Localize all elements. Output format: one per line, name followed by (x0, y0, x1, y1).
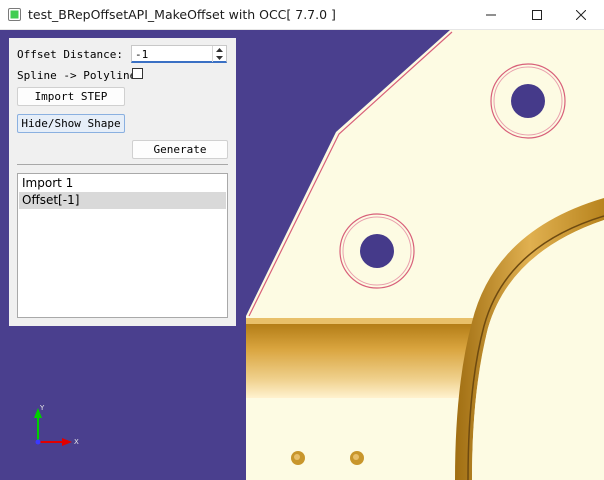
offset-distance-label: Offset Distance: (17, 48, 123, 61)
stud-1-highlight (294, 454, 300, 460)
title-bar: test_BRepOffsetAPI_MakeOffset with OCC[ … (0, 0, 604, 30)
app-icon (8, 8, 21, 21)
stud-2-highlight (353, 454, 359, 460)
window-title: test_BRepOffsetAPI_MakeOffset with OCC[ … (28, 7, 336, 22)
list-item-offset[interactable]: Offset[-1] (19, 192, 226, 209)
axis-y-label: Y (39, 404, 45, 412)
minimize-icon (486, 14, 496, 16)
offset-distance-input[interactable] (132, 46, 212, 62)
panel-divider (17, 164, 228, 165)
beam-front (246, 322, 486, 398)
list-item-import-1[interactable]: Import 1 (19, 175, 226, 192)
spin-up-button[interactable] (213, 46, 226, 54)
close-icon (576, 10, 586, 20)
hide-show-shape-button[interactable]: Hide/Show Shape (17, 114, 125, 133)
minimize-button[interactable] (468, 0, 514, 30)
axis-triad-icon: Y X (34, 404, 79, 446)
maximize-icon (532, 10, 542, 20)
beam-top-edge (246, 318, 486, 324)
import-step-button[interactable]: Import STEP (17, 87, 125, 106)
spline-polyline-checkbox[interactable] (132, 68, 143, 79)
spin-down-button[interactable] (213, 54, 226, 62)
axis-x-label: X (74, 438, 79, 446)
hole-1 (511, 84, 545, 118)
spline-polyline-label: Spline -> Polyline (17, 69, 137, 82)
control-panel: Offset Distance: Spline -> Polyline Impo… (9, 38, 236, 326)
chevron-up-icon (216, 48, 223, 52)
occ-3d-viewport[interactable]: Y X Offset Distance: Spline -> Polyline … (0, 30, 604, 480)
chevron-down-icon (216, 56, 223, 60)
close-button[interactable] (558, 0, 604, 30)
offset-distance-spinbox[interactable] (131, 45, 227, 63)
maximize-button[interactable] (514, 0, 560, 30)
generate-button[interactable]: Generate (132, 140, 228, 159)
shape-list[interactable]: Import 1 Offset[-1] (17, 173, 228, 318)
spin-buttons (212, 46, 226, 62)
hole-2 (360, 234, 394, 268)
